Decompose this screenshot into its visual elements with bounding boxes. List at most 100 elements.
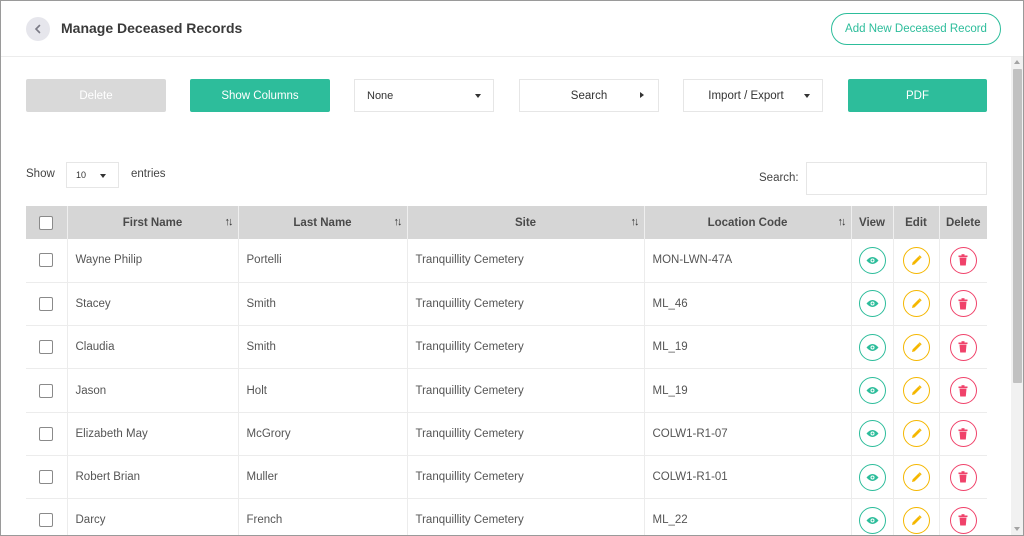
row-checkbox[interactable] <box>39 340 54 355</box>
view-button[interactable] <box>858 377 886 405</box>
view-button[interactable] <box>858 506 886 534</box>
view-button[interactable] <box>858 463 886 491</box>
column-label: Site <box>514 216 537 229</box>
import-export-select[interactable]: Import / Export <box>683 79 823 112</box>
edit-button[interactable] <box>902 420 930 448</box>
view-button[interactable] <box>858 420 886 448</box>
pencil-icon <box>911 298 922 309</box>
delete-cell <box>939 369 987 412</box>
row-checkbox[interactable] <box>39 513 54 528</box>
back-button[interactable] <box>26 17 50 41</box>
column-label: Last Name <box>293 216 352 229</box>
eye-icon <box>866 343 878 351</box>
select-all-cell <box>26 206 68 239</box>
location-code-cell: ML_22 <box>644 498 852 535</box>
sort-arrows-icon: ↑↓ <box>630 216 640 228</box>
trash-icon <box>958 471 968 483</box>
edit-button[interactable] <box>902 377 930 405</box>
table-row: Elizabeth May McGrory Tranquillity Cemet… <box>26 412 987 456</box>
trash-icon <box>958 298 968 310</box>
row-checkbox[interactable] <box>39 253 54 268</box>
delete-cell <box>939 282 987 325</box>
location-code-cell: ML_46 <box>644 282 852 326</box>
edit-cell <box>893 498 940 535</box>
page-title: Manage Deceased Records <box>61 20 243 36</box>
caret-down-icon <box>100 174 106 178</box>
row-checkbox[interactable] <box>39 296 54 311</box>
show-label: Show <box>26 168 55 180</box>
table-row: Stacey Smith Tranquillity Cemetery ML_46 <box>26 282 987 326</box>
last-name-cell: Portelli <box>238 239 408 283</box>
search-input[interactable] <box>806 162 987 195</box>
site-cell: Tranquillity Cemetery <box>407 498 645 535</box>
scroll-down-arrow-icon[interactable] <box>1014 527 1020 531</box>
page-header: Manage Deceased Records Add New Deceased… <box>1 1 1023 57</box>
pencil-icon <box>911 428 922 439</box>
view-button[interactable] <box>858 333 886 361</box>
first-name-cell: Darcy <box>67 498 239 535</box>
delete-button[interactable]: Delete <box>26 79 166 112</box>
row-checkbox[interactable] <box>39 470 54 485</box>
row-checkbox[interactable] <box>39 426 54 441</box>
edit-cell <box>893 368 940 413</box>
eye-icon <box>866 256 878 264</box>
eye-icon <box>866 473 878 481</box>
row-select-cell <box>26 498 68 535</box>
first-name-cell: Wayne Philip <box>67 239 239 283</box>
view-cell <box>851 325 894 369</box>
edit-button[interactable] <box>902 463 930 491</box>
row-checkbox[interactable] <box>39 383 54 398</box>
view-cell <box>851 455 894 499</box>
sort-arrows-icon: ↑↓ <box>393 216 403 228</box>
pdf-button[interactable]: PDF <box>848 79 987 112</box>
filter-select[interactable]: None <box>354 79 494 112</box>
row-select-cell <box>26 282 68 326</box>
delete-cell <box>939 412 987 455</box>
caret-down-icon <box>804 94 810 98</box>
column-first-name[interactable]: First Name ↑↓ <box>67 206 239 239</box>
delete-row-button[interactable] <box>949 333 977 361</box>
edit-cell <box>893 282 940 326</box>
show-columns-button[interactable]: Show Columns <box>190 79 330 112</box>
pencil-icon <box>911 385 922 396</box>
trash-icon <box>958 341 968 353</box>
view-button[interactable] <box>858 246 886 274</box>
trash-icon <box>958 514 968 526</box>
column-last-name[interactable]: Last Name ↑↓ <box>238 206 408 239</box>
search-toggle-button[interactable]: Search <box>519 79 659 112</box>
location-code-cell: COLW1-R1-07 <box>644 412 852 456</box>
edit-button[interactable] <box>902 246 930 274</box>
delete-row-button[interactable] <box>949 377 977 405</box>
column-delete: Delete <box>945 216 981 229</box>
view-button[interactable] <box>858 290 886 318</box>
column-site[interactable]: Site ↑↓ <box>407 206 645 239</box>
delete-cell <box>939 239 987 282</box>
pencil-icon <box>911 471 922 482</box>
row-select-cell <box>26 325 68 369</box>
site-cell: Tranquillity Cemetery <box>407 412 645 456</box>
table-header-row: First Name ↑↓ Last Name ↑↓ Site ↑↓ Location… <box>26 206 987 239</box>
add-new-record-button[interactable]: Add New Deceased Record <box>831 13 1001 45</box>
scroll-up-arrow-icon[interactable] <box>1014 60 1020 64</box>
edit-button[interactable] <box>902 333 930 361</box>
pencil-icon <box>911 515 922 525</box>
delete-row-button[interactable] <box>949 246 977 274</box>
trash-icon <box>958 384 968 397</box>
entries-per-page-select[interactable]: 10 <box>66 162 119 188</box>
last-name-cell: Holt <box>238 368 408 413</box>
edit-button[interactable] <box>902 290 930 318</box>
edit-button[interactable] <box>902 506 930 534</box>
caret-down-icon <box>475 94 481 98</box>
delete-row-button[interactable] <box>949 290 977 318</box>
column-view: View <box>851 206 894 239</box>
column-location-code[interactable]: Location Code ↑↓ <box>644 206 852 239</box>
table-row: Robert Brian Muller Tranquillity Cemeter… <box>26 455 987 499</box>
scrollbar-thumb[interactable] <box>1013 69 1022 383</box>
delete-row-button[interactable] <box>949 506 977 534</box>
edit-cell <box>893 239 940 283</box>
delete-row-button[interactable] <box>949 420 977 448</box>
select-all-checkbox[interactable] <box>39 215 54 230</box>
search-label: Search: <box>759 172 799 184</box>
delete-row-button[interactable] <box>949 463 977 491</box>
eye-icon <box>866 387 878 395</box>
